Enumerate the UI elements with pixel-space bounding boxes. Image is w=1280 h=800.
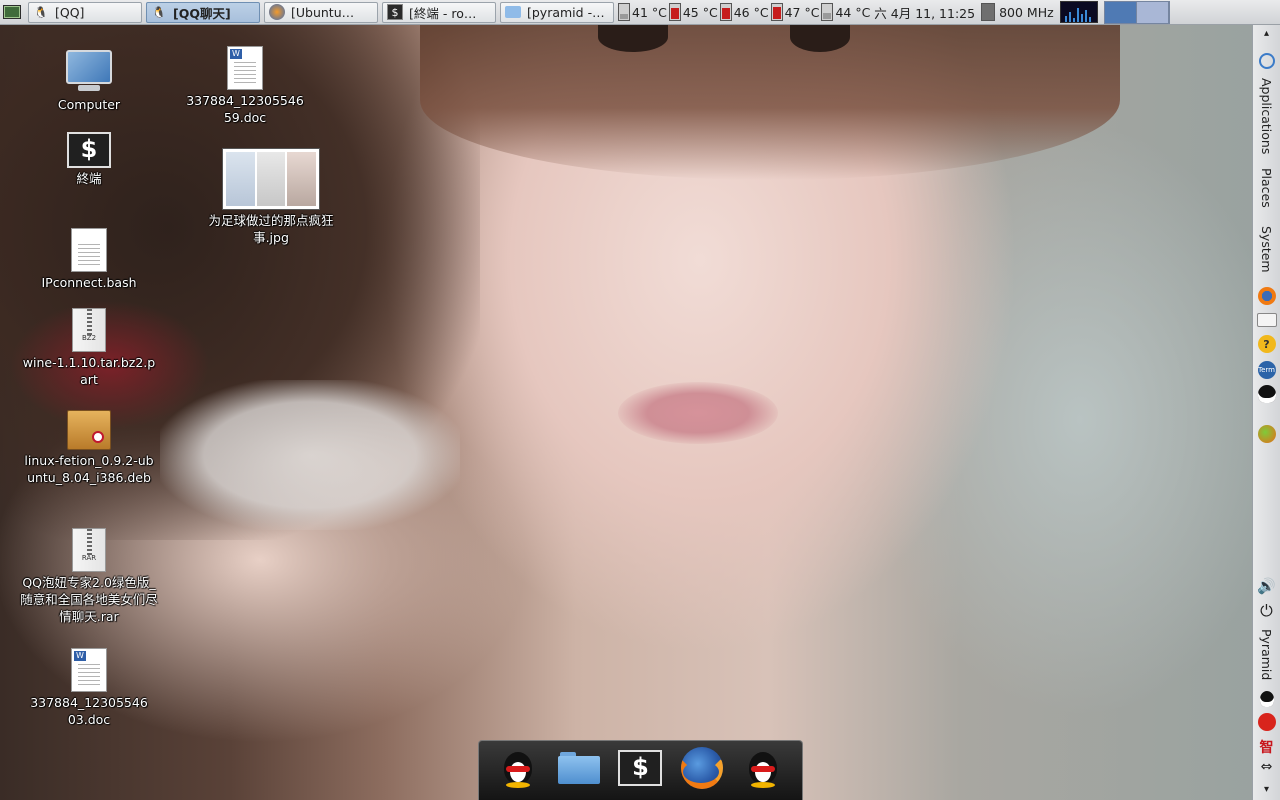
desktop-icon-qq-rar[interactable]: RAR QQ泡妞专家2.0绿色版_随意和全国各地美女们尽情聊天.rar xyxy=(19,528,159,625)
folder-icon xyxy=(505,6,521,18)
ball-icon xyxy=(1257,425,1276,443)
dock: $ xyxy=(478,740,803,800)
terminal-icon: $ xyxy=(67,132,111,168)
folder-icon xyxy=(558,752,601,784)
qq-penguin-icon xyxy=(1259,691,1274,707)
launcher-terminal[interactable]: Term xyxy=(1253,361,1280,379)
show-desktop-button[interactable] xyxy=(0,0,24,24)
text-file-icon xyxy=(71,228,107,272)
thermometer-icon xyxy=(618,3,630,21)
menu-system[interactable]: System xyxy=(1253,223,1280,275)
qq-penguin-icon: 🐧 xyxy=(152,5,166,19)
volume-icon: 🔊 xyxy=(1257,577,1276,595)
menu-applications[interactable]: Applications xyxy=(1253,75,1280,157)
wallpaper-bangs xyxy=(420,20,1120,180)
launcher-mail[interactable] xyxy=(1253,313,1280,327)
panel-scroll-down-icon[interactable]: ▾ xyxy=(1253,783,1280,795)
network-icon: ⇔ xyxy=(1260,759,1273,775)
thermometer-icon xyxy=(668,3,681,21)
wallpaper-eye xyxy=(790,22,850,52)
thermometer-icon xyxy=(770,3,783,21)
launcher-ball[interactable] xyxy=(1253,425,1280,443)
power-button[interactable]: ⏻ xyxy=(1253,601,1280,621)
cpu-chip-icon xyxy=(981,3,996,21)
doc-file-icon: W xyxy=(227,46,263,90)
dock-item-qq[interactable] xyxy=(495,745,541,791)
dock-item-firefox[interactable] xyxy=(679,745,725,791)
workspace-switcher xyxy=(1103,0,1170,24)
volume-button[interactable]: 🔊 xyxy=(1253,577,1280,595)
power-icon: ⏻ xyxy=(1260,601,1273,620)
wallpaper-eye xyxy=(598,22,668,52)
wallpaper-lips xyxy=(618,382,778,444)
tray-network[interactable]: ⇔ xyxy=(1253,759,1280,775)
terminal-icon: $ xyxy=(618,750,663,786)
system-monitor-graph[interactable] xyxy=(1059,1,1098,23)
desktop-icon-doc-659[interactable]: W 337884_1230554659.doc xyxy=(175,46,315,126)
workspace-2[interactable] xyxy=(1136,1,1169,23)
archive-icon: BZ2 xyxy=(72,308,106,352)
thermometer-icon xyxy=(719,3,732,21)
help-icon: ? xyxy=(1257,335,1276,353)
fetion-icon xyxy=(1257,713,1276,731)
taskbar-button-terminal[interactable]: $ [終端 - ro… xyxy=(382,1,496,23)
qq-penguin-icon xyxy=(745,746,781,790)
temperature-sensor[interactable]: 47 °C xyxy=(770,3,819,21)
terminal-icon: $ xyxy=(387,4,403,20)
panel-scroll-up-icon[interactable]: ▴ xyxy=(1253,27,1280,39)
temperature-sensor[interactable]: 46 °C xyxy=(719,3,769,21)
dock-item-terminal[interactable]: $ xyxy=(617,745,663,791)
tray-qq[interactable] xyxy=(1253,691,1280,707)
thermometer-icon xyxy=(821,3,834,21)
workspace-1[interactable] xyxy=(1104,1,1137,23)
desktop-icon-wine-archive[interactable]: BZ2 wine-1.1.10.tar.bz2.part xyxy=(19,308,159,388)
desktop-icon-computer[interactable]: Computer xyxy=(19,50,159,113)
temperature-sensor[interactable]: 44 °C xyxy=(821,3,870,21)
dock-item-files[interactable] xyxy=(556,745,602,791)
top-panel: 🐧 [QQ] 🐧 [QQ聊天] [Ubuntu… $ [終端 - ro… [py… xyxy=(0,0,1280,25)
taskbar-button-pyramid-folder[interactable]: [pyramid -… xyxy=(500,1,614,23)
desktop-icon-terminal[interactable]: $ 終端 xyxy=(19,132,159,187)
tray-input-method[interactable]: 智 xyxy=(1253,737,1280,757)
clock[interactable]: 六 4月 11, 11:25 xyxy=(874,3,975,22)
archive-icon: RAR xyxy=(72,528,106,572)
desktop-icon-doc-603[interactable]: W 337884_1230554603.doc xyxy=(19,648,159,728)
ubuntu-logo-icon xyxy=(1253,53,1280,69)
qq-penguin-icon xyxy=(500,746,536,790)
menu-places[interactable]: Places xyxy=(1253,165,1280,211)
launcher-help[interactable]: ? xyxy=(1253,335,1280,353)
right-panel: ▴ Applications Places System ? Term 🔊 ⏻ … xyxy=(1252,25,1280,800)
launcher-qq[interactable] xyxy=(1253,385,1280,403)
launcher-firefox[interactable] xyxy=(1253,287,1280,305)
cpu-frequency-monitor[interactable]: 800 MHz xyxy=(981,3,1054,21)
firefox-icon xyxy=(680,747,723,789)
mail-icon xyxy=(1256,313,1277,327)
firefox-icon xyxy=(1257,287,1276,305)
terminal-icon: Term xyxy=(1257,361,1276,379)
taskbar-button-qq[interactable]: 🐧 [QQ] xyxy=(28,1,142,23)
temperature-sensor[interactable]: 41 °C xyxy=(618,3,667,21)
firefox-icon xyxy=(269,4,285,20)
doc-file-icon: W xyxy=(71,648,107,692)
ime-icon: 智 xyxy=(1259,740,1274,756)
desktop-icon-fetion-deb[interactable]: linux-fetion_0.9.2-ubuntu_8.04_i386.deb xyxy=(19,410,159,486)
cpu-temperature-monitors: 41 °C 45 °C 46 °C 47 °C 44 °C xyxy=(618,3,872,21)
dock-item-qq-2[interactable] xyxy=(740,745,786,791)
user-menu[interactable]: Pyramid xyxy=(1253,627,1280,683)
qq-penguin-icon: 🐧 xyxy=(34,5,48,19)
show-desktop-icon xyxy=(3,5,21,19)
desktop-icon-football-jpg[interactable]: 为足球做过的那点疯狂事.jpg xyxy=(201,148,341,246)
image-thumbnail xyxy=(222,148,320,210)
taskbar-button-firefox[interactable]: [Ubuntu… xyxy=(264,1,378,23)
computer-icon xyxy=(66,50,112,94)
taskbar-button-qq-chat[interactable]: 🐧 [QQ聊天] xyxy=(146,1,260,23)
wallpaper-lace xyxy=(160,380,460,530)
desktop-icon-ipconnect[interactable]: IPconnect.bash xyxy=(19,228,159,291)
qq-penguin-icon xyxy=(1257,385,1276,403)
tray-fetion[interactable] xyxy=(1253,713,1280,731)
deb-package-icon xyxy=(67,410,111,450)
temperature-sensor[interactable]: 45 °C xyxy=(668,3,718,21)
